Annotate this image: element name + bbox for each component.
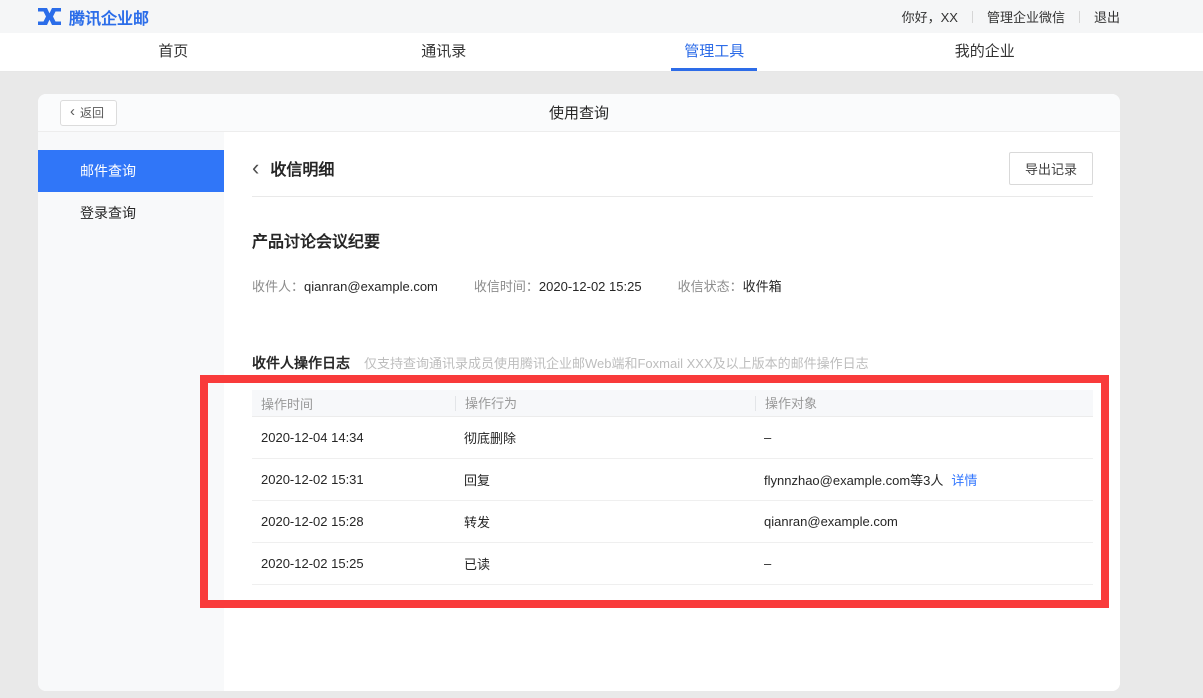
- table-header-row: 操作时间 操作行为 操作对象: [252, 390, 1093, 417]
- tab-my-company[interactable]: 我的企业: [850, 33, 1121, 71]
- tab-admin-tools[interactable]: 管理工具: [579, 33, 850, 71]
- panel-header: ‹ 返回 使用查询: [38, 94, 1120, 132]
- cell-action: 彻底删除: [455, 428, 755, 447]
- divider: [1079, 11, 1080, 23]
- main-nav: 首页 通讯录 管理工具 我的企业: [0, 33, 1203, 72]
- topbar-right: 你好，XX 管理企业微信 退出: [902, 7, 1120, 26]
- detail-header: ‹ 收信明细 导出记录: [252, 152, 1093, 184]
- cell-action: 回复: [455, 470, 755, 489]
- logout-link[interactable]: 退出: [1094, 7, 1120, 26]
- table-row: 2020-12-02 15:28 转发 qianran@example.com: [252, 501, 1093, 543]
- tab-contacts[interactable]: 通讯录: [309, 33, 580, 71]
- back-button-label: 返回: [80, 104, 104, 121]
- user-greeting[interactable]: 你好，XX: [902, 7, 958, 26]
- tab-home[interactable]: 首页: [38, 33, 309, 71]
- detail-link[interactable]: 详情: [951, 473, 977, 488]
- cell-target: flynnzhao@example.com等3人详情: [755, 470, 1093, 489]
- divider: [972, 11, 973, 23]
- operation-log-table: 操作时间 操作行为 操作对象 2020-12-04 14:34 彻底删除 – 2…: [252, 390, 1093, 585]
- cell-target: –: [755, 556, 1093, 571]
- divider: [252, 196, 1093, 197]
- cell-target: qianran@example.com: [755, 514, 1093, 529]
- detail-title: 收信明细: [270, 156, 334, 180]
- topbar: 腾讯企业邮 你好，XX 管理企业微信 退出: [0, 0, 1203, 33]
- meta-receive-time: 收信时间：2020-12-02 15:25: [474, 276, 642, 295]
- column-header-target: 操作对象: [755, 396, 1093, 411]
- cell-time: 2020-12-04 14:34: [252, 430, 455, 445]
- cell-action: 已读: [455, 554, 755, 573]
- brand-name: 腾讯企业邮: [69, 5, 149, 29]
- panel-body: 邮件查询 登录查询 ‹ 收信明细 导出记录 产品讨论会议纪要 收件人：qianr…: [38, 132, 1120, 691]
- cell-target: –: [755, 430, 1093, 445]
- export-records-button[interactable]: 导出记录: [1009, 152, 1093, 185]
- operation-log-hint: 仅支持查询通讯录成员使用腾讯企业邮Web端和Foxmail XXX及以上版本的邮…: [364, 353, 869, 372]
- brand[interactable]: 腾讯企业邮: [38, 5, 149, 29]
- back-button[interactable]: ‹ 返回: [60, 100, 117, 126]
- mail-meta: 收件人：qianran@example.com 收信时间：2020-12-02 …: [252, 276, 1093, 295]
- column-header-time: 操作时间: [252, 394, 455, 413]
- cell-action: 转发: [455, 512, 755, 531]
- column-header-action: 操作行为: [455, 396, 755, 411]
- page-title: 使用查询: [549, 102, 609, 123]
- usage-query-panel: ‹ 返回 使用查询 邮件查询 登录查询 ‹ 收信明细 导出记录 产品讨论会议纪要…: [38, 94, 1120, 691]
- cell-time: 2020-12-02 15:25: [252, 556, 455, 571]
- cell-time: 2020-12-02 15:28: [252, 514, 455, 529]
- exmail-logo-icon: [38, 8, 61, 25]
- sidebar: 邮件查询 登录查询: [38, 132, 224, 691]
- mail-subject: 产品讨论会议纪要: [252, 228, 1093, 252]
- meta-receive-status: 收信状态：收件箱: [678, 276, 782, 295]
- cell-time: 2020-12-02 15:31: [252, 472, 455, 487]
- detail-main: ‹ 收信明细 导出记录 产品讨论会议纪要 收件人：qianran@example…: [224, 132, 1120, 691]
- meta-recipient: 收件人：qianran@example.com: [252, 276, 438, 295]
- operation-log-header: 收件人操作日志 仅支持查询通讯录成员使用腾讯企业邮Web端和Foxmail XX…: [252, 353, 1093, 373]
- table-row: 2020-12-02 15:25 已读 –: [252, 543, 1093, 585]
- chevron-left-icon[interactable]: ‹: [252, 158, 259, 178]
- operation-log-title: 收件人操作日志: [252, 353, 350, 373]
- chevron-left-icon: ‹: [70, 106, 75, 118]
- sidebar-item-login-query[interactable]: 登录查询: [38, 192, 224, 234]
- sidebar-item-mail-query[interactable]: 邮件查询: [38, 150, 224, 192]
- table-row: 2020-12-04 14:34 彻底删除 –: [252, 417, 1093, 459]
- manage-wecom-link[interactable]: 管理企业微信: [987, 7, 1065, 26]
- table-row: 2020-12-02 15:31 回复 flynnzhao@example.co…: [252, 459, 1093, 501]
